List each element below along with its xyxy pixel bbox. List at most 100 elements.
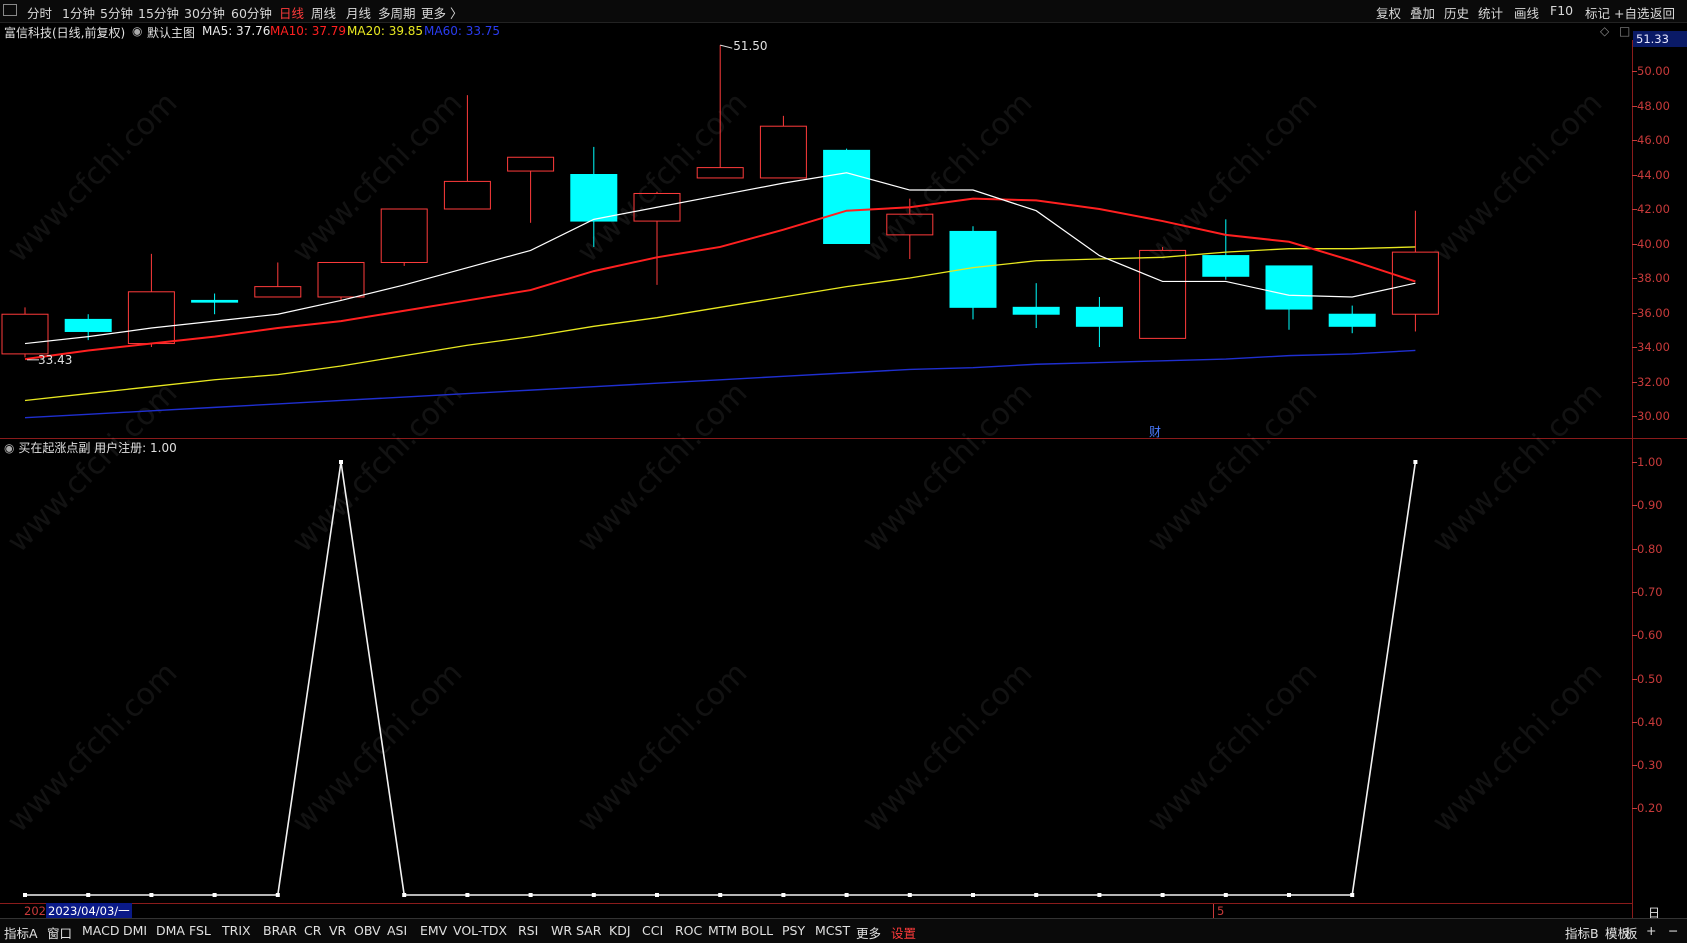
- indicator-tab-2[interactable]: MACD: [82, 923, 119, 938]
- signal-point: [1034, 893, 1039, 897]
- indicator-tab-4[interactable]: DMA: [156, 923, 185, 938]
- candle-body-down: [1075, 306, 1123, 327]
- axis-separator: [1632, 438, 1687, 439]
- signal-line: [25, 461, 1417, 896]
- signal-point: [1160, 893, 1165, 897]
- signal-point: [844, 893, 849, 897]
- candle-body-down: [1265, 265, 1313, 310]
- kline-chart[interactable]: [0, 0, 1632, 918]
- signal-point: [591, 893, 596, 897]
- candle-body-down: [1202, 255, 1250, 277]
- indicator-tab-22[interactable]: PSY: [782, 923, 805, 938]
- indicator-tab-10[interactable]: OBV: [354, 923, 381, 938]
- candle-body-up: [127, 291, 175, 345]
- main-axis-label: 50.00: [1637, 64, 1670, 78]
- candle-body-down: [570, 174, 618, 222]
- main-axis-label: 36.00: [1637, 305, 1670, 320]
- signal-point: [23, 893, 27, 897]
- bottom-right-button-3[interactable]: +: [1646, 923, 1656, 938]
- signal-point: [781, 893, 786, 897]
- bottom-right-button-0[interactable]: 指标B: [1565, 923, 1599, 942]
- sub-axis-label: 0.50: [1637, 671, 1663, 686]
- signal-point: [1350, 893, 1355, 897]
- indicator-tab-20[interactable]: MTM: [708, 923, 737, 938]
- signal-point: [402, 893, 407, 897]
- indicator-tab-3[interactable]: DMI: [123, 923, 147, 938]
- indicator-tab-bar: 指标A 窗口 MACD DMI DMA FSL TRIX BRAR CR VR OBV ASI EMV V…: [0, 918, 1687, 943]
- indicator-tab-16[interactable]: SAR: [576, 923, 601, 938]
- main-axis-label: 44.00: [1637, 167, 1670, 182]
- candle-body-up: [317, 261, 365, 298]
- signal-point: [1223, 893, 1228, 897]
- main-axis-label: 40.00: [1637, 236, 1670, 251]
- indicator-tab-6[interactable]: TRIX: [222, 923, 251, 938]
- sub-axis-label: 0.70: [1637, 584, 1663, 599]
- high-marker-line: [720, 44, 733, 49]
- main-axis-label: 34.00: [1637, 340, 1670, 354]
- date-cursor-label: 2023/04/03/一: [46, 903, 132, 919]
- indicator-tab-25[interactable]: 设置: [891, 923, 916, 942]
- candle-body-up: [380, 208, 428, 263]
- date-prefix: 202: [24, 904, 46, 918]
- signal-point: [86, 893, 91, 897]
- indicator-tab-7[interactable]: BRAR: [263, 923, 297, 938]
- finance-event-marker[interactable]: 财: [1149, 423, 1161, 440]
- ma60-line: [24, 349, 1416, 419]
- main-axis-label: 48.00: [1637, 98, 1670, 113]
- signal-point: [1097, 893, 1102, 897]
- candle-body-down: [1012, 306, 1060, 315]
- indicator-tab-24[interactable]: 更多: [856, 923, 881, 942]
- candle-body-up: [507, 156, 555, 172]
- indicator-tab-23[interactable]: MCST: [815, 923, 850, 938]
- signal-point: [655, 893, 659, 897]
- signal-point: [212, 893, 217, 897]
- signal-point: [149, 893, 154, 897]
- sub-axis-label: 0.80: [1637, 541, 1663, 556]
- candle-body-down: [823, 149, 871, 245]
- indicator-tab-14[interactable]: RSI: [518, 923, 538, 938]
- indicator-tab-11[interactable]: ASI: [387, 923, 407, 938]
- price-badge: 51.33: [1633, 31, 1687, 47]
- main-axis-label: 30.00: [1637, 409, 1670, 423]
- indicator-tab-5[interactable]: FSL: [189, 923, 211, 938]
- candle-body-down: [1328, 313, 1376, 327]
- indicator-tab-17[interactable]: KDJ: [609, 923, 631, 938]
- candle-body-up: [254, 286, 302, 298]
- right-axis-line: [1632, 40, 1633, 918]
- sub-axis-label: 0.20: [1637, 801, 1663, 816]
- signal-point: [1413, 460, 1418, 464]
- candle-body-down: [949, 230, 997, 308]
- indicator-tab-19[interactable]: ROC: [675, 923, 702, 938]
- signal-point: [1287, 893, 1291, 897]
- main-axis-label: 38.00: [1637, 271, 1670, 285]
- date-axis: 202 2023/04/03/一 5 日线: [0, 903, 1660, 937]
- toolbar-button-8[interactable]: 返回: [1650, 3, 1675, 22]
- indicator-tab-12[interactable]: EMV: [420, 923, 447, 938]
- ma10-line: [24, 197, 1416, 361]
- signal-point: [971, 893, 975, 897]
- indicator-tab-21[interactable]: BOLL: [741, 923, 773, 938]
- indicator-tab-0[interactable]: 指标A: [4, 923, 38, 942]
- indicator-tab-8[interactable]: CR: [304, 923, 321, 938]
- sub-axis-label: 0.40: [1637, 714, 1663, 729]
- signal-point: [275, 893, 280, 897]
- bottom-right-button-4[interactable]: −: [1668, 923, 1678, 938]
- sub-axis-label: 0.60: [1637, 628, 1663, 643]
- candle-body-down: [191, 299, 239, 303]
- candle-body-up: [1139, 249, 1187, 339]
- indicator-tab-18[interactable]: CCI: [642, 923, 663, 938]
- bottom-right-button-2[interactable]: 板: [1625, 923, 1638, 942]
- low-price-label: 33.43: [38, 352, 73, 367]
- high-price-label: 51.50: [733, 39, 768, 54]
- signal-point: [465, 893, 470, 897]
- candle-body-down: [64, 318, 112, 332]
- indicator-tab-9[interactable]: VR: [329, 923, 346, 938]
- indicator-tab-1[interactable]: 窗口: [47, 923, 72, 942]
- candle-body-up: [1, 313, 49, 355]
- indicator-tab-13[interactable]: VOL-TDX: [453, 923, 507, 938]
- main-axis-label: 42.00: [1637, 202, 1670, 216]
- sub-axis-label: 1.00: [1637, 455, 1663, 469]
- indicator-tab-15[interactable]: WR: [551, 923, 572, 938]
- sub-axis-label: 0.30: [1637, 758, 1663, 773]
- main-axis-label: 46.00: [1637, 133, 1670, 147]
